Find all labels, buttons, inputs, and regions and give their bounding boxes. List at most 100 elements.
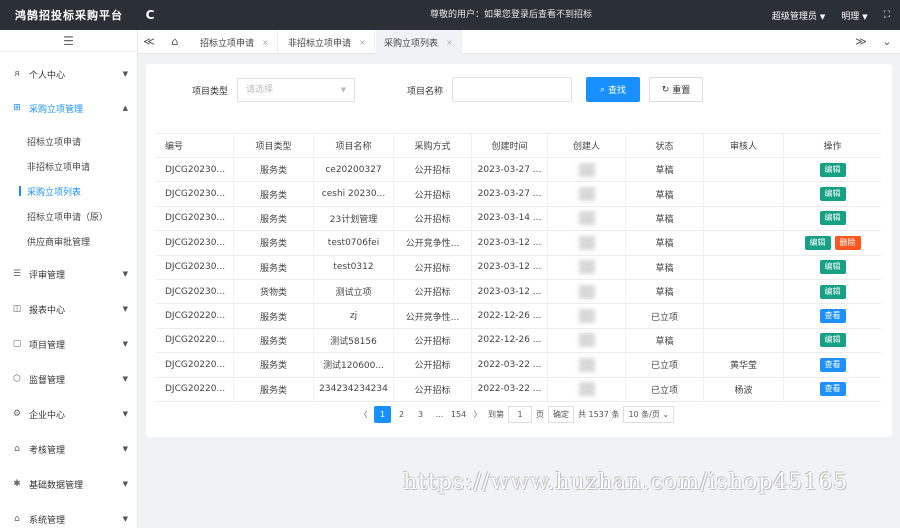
- cell-method: 公开招标: [394, 255, 472, 279]
- table-row: DJCG20230... 服务类 test0312 公开招标 2023-03-12 ..…: [156, 255, 881, 280]
- sidebar-subitem-procurement-list[interactable]: 采购立项列表: [0, 181, 138, 201]
- page-number[interactable]: 2: [393, 406, 410, 423]
- column-header: 状态: [626, 134, 704, 157]
- column-header: 创建时间: [472, 134, 548, 157]
- tab-bid-application[interactable]: 招标立项申请 ×: [192, 30, 278, 54]
- cell-type: 服务类: [234, 255, 314, 279]
- sidebar-item-base-data[interactable]: ✱ 基础数据管理 ▼: [0, 473, 138, 495]
- cell-time: 2023-03-12 ...: [472, 279, 548, 304]
- cell-creator: [548, 231, 626, 255]
- menu-toggle-icon[interactable]: ☰: [0, 30, 137, 52]
- table-row: DJCG20230... 服务类 23计划管理 公开招标 2023-03-14 ... 草…: [156, 206, 881, 232]
- sidebar-item-assessment[interactable]: ⌂ 考核管理 ▼: [0, 438, 138, 460]
- cell-status: 草稿: [626, 328, 704, 353]
- edit-button[interactable]: 编辑: [819, 162, 846, 177]
- cell-status: 草稿: [626, 279, 704, 304]
- sidebar-item-review[interactable]: ☰ 评审管理 ▼: [0, 263, 138, 285]
- cell-name: 23计划管理: [314, 206, 394, 231]
- cell-ops: 编辑: [784, 256, 881, 279]
- table-row: DJCG20220... 服务类 测试58156 公开招标 2022-12-26 ...…: [156, 328, 881, 354]
- sidebar-item-reports[interactable]: ◫ 报表中心 ▼: [0, 298, 138, 320]
- redacted-name: [578, 211, 595, 226]
- chevron-down-icon[interactable]: ⌄: [876, 30, 898, 54]
- refresh-icon[interactable]: C: [138, 8, 162, 22]
- cell-ops: 编辑 删除: [784, 231, 881, 254]
- page-number[interactable]: 1: [374, 405, 391, 423]
- cell-ops: 编辑: [784, 207, 881, 230]
- cell-time: 2022-03-22 ...: [472, 353, 548, 377]
- chevron-down-icon: ▼: [122, 305, 128, 313]
- gear-icon: ⚙: [12, 409, 22, 419]
- cell-method: 公开招标: [394, 279, 472, 304]
- cell-creator: [548, 158, 626, 182]
- home-icon: ⌂: [14, 444, 20, 454]
- fullscreen-icon[interactable]: ⛶: [884, 10, 890, 20]
- cell-reviewer: [704, 206, 784, 231]
- table-row: DJCG20220... 服务类 234234234234 公开招标 2022-03-2…: [156, 377, 881, 402]
- redacted-name: [578, 357, 595, 372]
- goto-confirm-button[interactable]: 确定: [548, 405, 574, 423]
- view-button[interactable]: 查看: [819, 382, 846, 397]
- edit-button[interactable]: 编辑: [804, 235, 831, 250]
- cell-type: 服务类: [234, 182, 314, 206]
- edit-button[interactable]: 编辑: [819, 187, 846, 202]
- cell-reviewer: [704, 255, 784, 279]
- next-page-icon[interactable]: 〉: [469, 406, 486, 423]
- edit-button[interactable]: 编辑: [819, 211, 846, 226]
- project-name-label: 项目名称: [407, 87, 444, 97]
- project-name-input[interactable]: [452, 77, 572, 102]
- cell-reviewer: [704, 182, 784, 206]
- goto-page-input[interactable]: 1: [508, 405, 532, 423]
- home-icon[interactable]: ⌂: [164, 30, 186, 54]
- sidebar-item-personal-center[interactable]: ᴙ 个人中心 ▼: [0, 63, 138, 85]
- view-button[interactable]: 查看: [819, 357, 846, 372]
- cell-id: DJCG20220...: [156, 353, 234, 377]
- sidebar-subitem-bid-application[interactable]: 招标立项申请: [0, 131, 138, 151]
- sidebar-item-supervision[interactable]: ⬡ 监督管理 ▼: [0, 368, 138, 390]
- cell-reviewer: [704, 158, 784, 182]
- watermark-text: https://www.huzhan.com/ishop45165: [403, 470, 849, 495]
- cell-ops: 查看: [784, 304, 881, 327]
- sidebar-subitem-bid-application-old[interactable]: 招标立项申请（原）: [0, 206, 138, 226]
- cell-time: 2023-03-14 ...: [472, 206, 548, 231]
- tabs-next-icon[interactable]: ≫: [850, 30, 872, 54]
- edit-button[interactable]: 编辑: [819, 260, 846, 275]
- cell-creator: [548, 353, 626, 377]
- sidebar-subitem-nonbid-application[interactable]: 非招标立项申请: [0, 156, 138, 176]
- tab-procurement-list[interactable]: 采购立项列表 ×: [376, 30, 462, 54]
- user-menu[interactable]: 明理 ▼: [841, 9, 867, 22]
- page-size-select[interactable]: 10 条/页 ⌄: [623, 405, 675, 423]
- delete-button[interactable]: 删除: [834, 235, 861, 250]
- page-number[interactable]: 154: [450, 406, 467, 423]
- sidebar-item-procurement-project[interactable]: ⊞ 采购立项管理 ▲: [0, 97, 138, 119]
- search-button[interactable]: ⌕ 查找: [586, 77, 640, 102]
- sidebar-item-enterprise[interactable]: ⚙ 企业中心 ▼: [0, 403, 138, 425]
- close-icon[interactable]: ×: [262, 38, 269, 47]
- sidebar-item-projects[interactable]: ▢ 项目管理 ▼: [0, 333, 138, 355]
- close-icon[interactable]: ×: [359, 38, 366, 47]
- cell-method: 公开竞争性...: [394, 304, 472, 328]
- close-icon[interactable]: ×: [446, 38, 453, 47]
- sidebar-item-system[interactable]: ⌂ 系统管理 ▼: [0, 508, 138, 528]
- tabs-prev-icon[interactable]: ≪: [138, 30, 160, 54]
- goto-label: 到第: [488, 409, 504, 419]
- tab-label: 招标立项申请: [200, 38, 255, 49]
- sidebar-subitem-supplier-approval[interactable]: 供应商审批管理: [0, 231, 138, 251]
- table-row: DJCG20220... 服务类 测试120600... 公开招标 2022-03-22…: [156, 353, 881, 378]
- notice-text: 尊敬的用户：如果您登录后查看不到招标: [430, 10, 593, 20]
- cell-method: 公开招标: [394, 158, 472, 182]
- edit-button[interactable]: 编辑: [819, 333, 846, 348]
- cell-creator: [548, 328, 626, 353]
- cell-name: ce20200327: [314, 158, 394, 182]
- project-type-select[interactable]: 请选择 ▼: [237, 78, 355, 102]
- chevron-down-icon: ▼: [122, 445, 128, 453]
- view-button[interactable]: 查看: [819, 309, 846, 324]
- edit-button[interactable]: 编辑: [819, 284, 846, 299]
- reset-button[interactable]: ↻ 重置: [649, 77, 703, 102]
- chevron-up-icon: ▲: [122, 104, 128, 112]
- chevron-down-icon: ▼: [122, 70, 128, 78]
- prev-page-icon[interactable]: 〈: [355, 406, 372, 423]
- tab-nonbid-application[interactable]: 非招标立项申请 ×: [280, 30, 375, 54]
- page-number[interactable]: 3: [412, 406, 429, 423]
- role-menu[interactable]: 超级管理员 ▼: [772, 9, 825, 22]
